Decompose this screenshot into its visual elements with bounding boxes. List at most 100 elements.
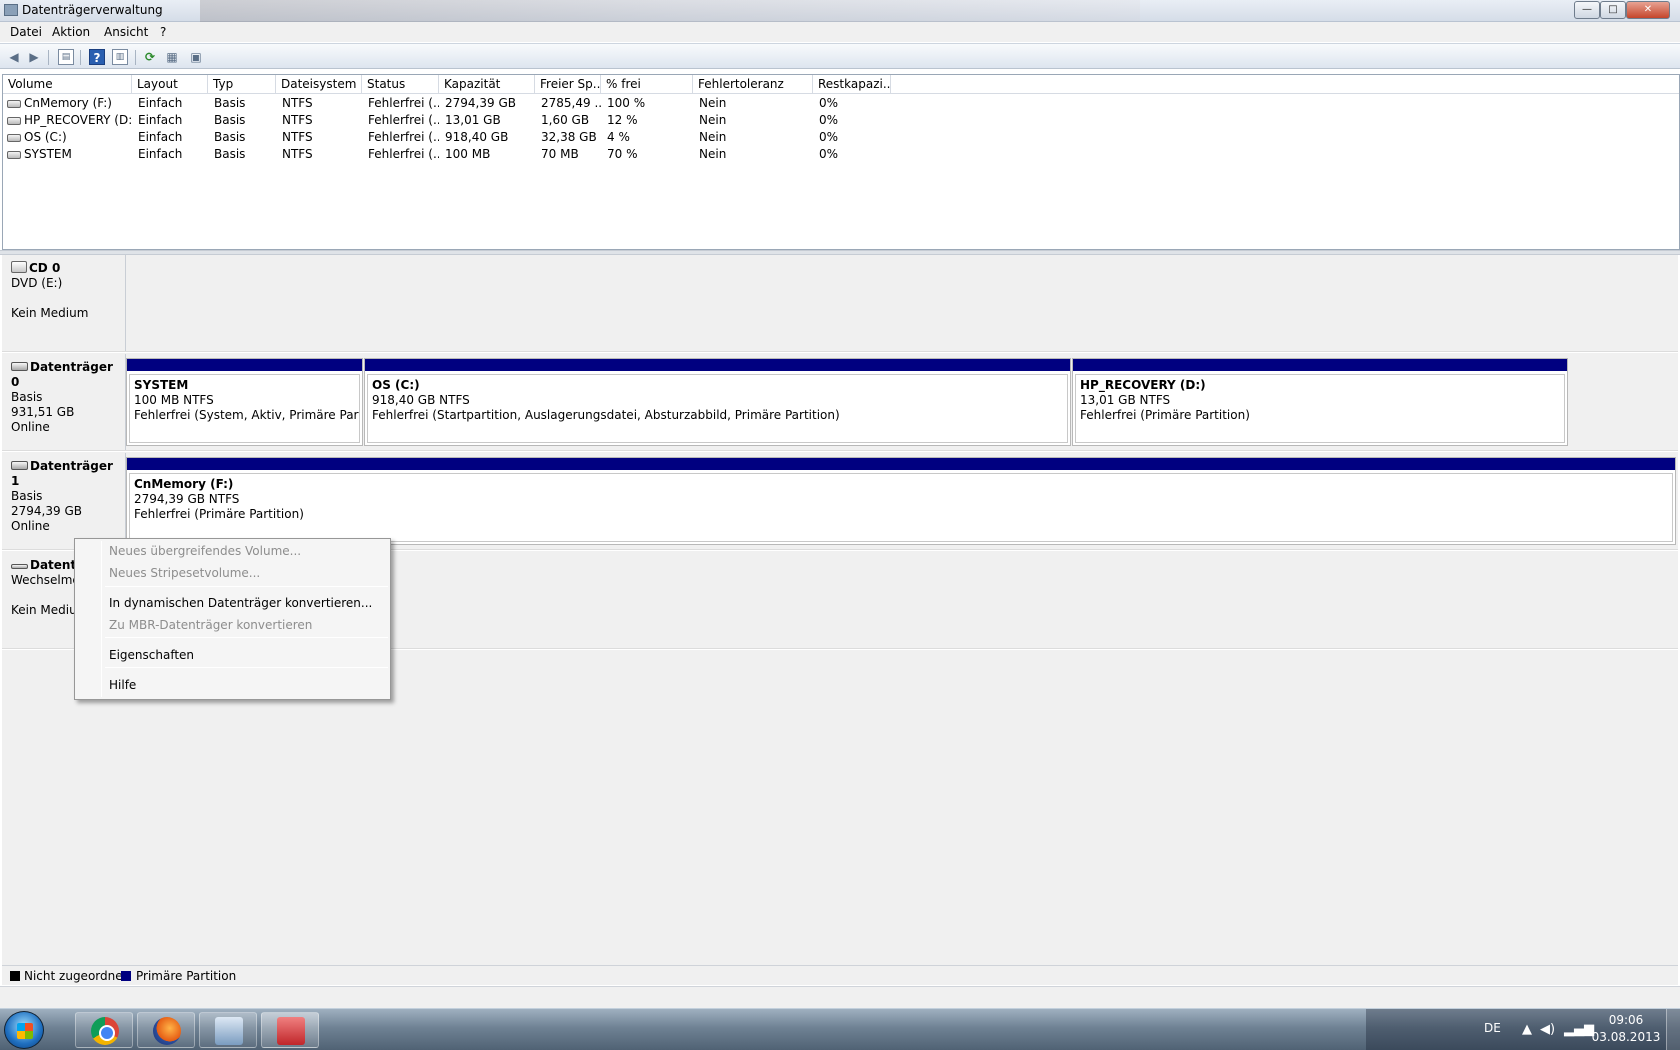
type-cell: Basis bbox=[214, 113, 246, 127]
menu-item-new-striped-volume[interactable]: Neues Stripesetvolume... bbox=[109, 566, 260, 580]
partition-title: SYSTEM bbox=[134, 378, 189, 392]
disk-management-app-icon bbox=[4, 4, 18, 16]
free-space-cell: 2785,49 ... bbox=[541, 96, 601, 110]
disk-size: 931,51 GB bbox=[11, 405, 75, 419]
table-row[interactable]: CnMemory (F:) Einfach Basis NTFS Fehlerf… bbox=[3, 95, 1679, 112]
menu-item-convert-to-dynamic[interactable]: In dynamischen Datenträger konvertieren.… bbox=[109, 596, 372, 610]
type-cell: Basis bbox=[214, 96, 246, 110]
start-button[interactable] bbox=[4, 1011, 44, 1049]
show-hide-icon[interactable]: ▥ bbox=[112, 49, 128, 65]
minimize-button[interactable]: — bbox=[1574, 1, 1600, 19]
column-header-status[interactable]: Status bbox=[362, 75, 439, 94]
column-header-restkapazitaet[interactable]: Restkapazi... bbox=[813, 75, 891, 94]
show-desktop-button[interactable] bbox=[1666, 1009, 1680, 1050]
legend-label-primary: Primäre Partition bbox=[136, 969, 237, 983]
column-header-fehlertoleranz[interactable]: Fehlertoleranz bbox=[693, 75, 813, 94]
taskbar-firefox[interactable] bbox=[137, 1012, 195, 1048]
clock-time[interactable]: 09:06 bbox=[1594, 1013, 1658, 1027]
table-row[interactable]: OS (C:) Einfach Basis NTFS Fehlerfrei (.… bbox=[3, 129, 1679, 146]
capacity-cell: 2794,39 GB bbox=[445, 96, 516, 110]
column-header-prozent-frei[interactable]: % frei bbox=[601, 75, 693, 94]
disk-separator bbox=[2, 351, 1678, 353]
partition-hp-recovery[interactable]: HP_RECOVERY (D:) 13,01 GB NTFS Fehlerfre… bbox=[1072, 358, 1568, 446]
layout-cell: Einfach bbox=[138, 130, 183, 144]
taskbar-network[interactable] bbox=[199, 1012, 257, 1048]
capacity-cell: 13,01 GB bbox=[445, 113, 501, 127]
menu-help[interactable]: ? bbox=[160, 25, 166, 39]
properties-icon[interactable]: ▣ bbox=[188, 49, 204, 65]
table-row[interactable]: HP_RECOVERY (D:) Einfach Basis NTFS Fehl… bbox=[3, 112, 1679, 129]
clock-date[interactable]: 03.08.2013 bbox=[1588, 1030, 1664, 1044]
column-header-dateisystem[interactable]: Dateisystem bbox=[276, 75, 362, 94]
disk-name: CD 0 bbox=[29, 261, 61, 275]
partition-os[interactable]: OS (C:) 918,40 GB NTFS Fehlerfrei (Start… bbox=[364, 358, 1071, 446]
forward-arrow-icon[interactable]: ▶ bbox=[26, 49, 42, 65]
menu-datei[interactable]: Datei bbox=[10, 25, 42, 39]
disk-label-cd0[interactable]: CD 0 DVD (E:) Kein Medium bbox=[2, 255, 126, 351]
volume-cell: OS (C:) bbox=[3, 129, 132, 146]
percent-free-cell: 12 % bbox=[607, 113, 638, 127]
toolbar: ◀ ▶ ▤ ? ▥ ⟳ ▦ ▣ bbox=[0, 43, 1680, 69]
disk-media-status: Kein Medium bbox=[11, 306, 89, 320]
type-cell: Basis bbox=[214, 147, 246, 161]
menu-item-convert-to-mbr[interactable]: Zu MBR-Datenträger konvertieren bbox=[109, 618, 312, 632]
partition-size: 918,40 GB NTFS bbox=[372, 393, 470, 407]
chrome-icon bbox=[91, 1017, 119, 1045]
primary-partition-bar bbox=[127, 359, 362, 371]
taskbar-chrome[interactable] bbox=[75, 1012, 133, 1048]
menu-item-properties[interactable]: Eigenschaften bbox=[109, 648, 194, 662]
windows-logo-icon bbox=[17, 1023, 33, 1039]
partition-cnmemory[interactable]: CnMemory (F:) 2794,39 GB NTFS Fehlerfrei… bbox=[126, 457, 1676, 545]
filesystem-cell: NTFS bbox=[282, 96, 313, 110]
menu-bar: Datei Aktion Ansicht ? bbox=[0, 22, 1680, 42]
status-cell: Fehlerfrei (... bbox=[368, 130, 439, 144]
toolbar-separator bbox=[80, 50, 81, 65]
column-header-layout[interactable]: Layout bbox=[132, 75, 208, 94]
partition-system[interactable]: SYSTEM 100 MB NTFS Fehlerfrei (System, A… bbox=[126, 358, 363, 446]
free-space-cell: 32,38 GB bbox=[541, 130, 597, 144]
language-indicator[interactable]: DE bbox=[1484, 1021, 1501, 1035]
partition-size: 13,01 GB NTFS bbox=[1080, 393, 1171, 407]
menu-separator bbox=[105, 667, 388, 668]
partition-title: OS (C:) bbox=[372, 378, 420, 392]
rescan-disks-icon[interactable]: ▦ bbox=[164, 49, 180, 65]
partition-status: Fehlerfrei (Primäre Partition) bbox=[134, 507, 304, 521]
layout-cell: Einfach bbox=[138, 96, 183, 110]
column-header-kapazitaet[interactable]: Kapazität bbox=[439, 75, 535, 94]
menu-aktion[interactable]: Aktion bbox=[52, 25, 90, 39]
drive-icon bbox=[7, 117, 21, 125]
refresh-icon[interactable]: ⟳ bbox=[142, 49, 158, 65]
disk-row-disk1: Datenträger 1 Basis 2794,39 GB Online Cn… bbox=[2, 453, 1678, 549]
column-header-typ[interactable]: Typ bbox=[208, 75, 276, 94]
column-header-freier-speicher[interactable]: Freier Sp... bbox=[535, 75, 601, 94]
back-arrow-icon[interactable]: ◀ bbox=[6, 49, 22, 65]
table-row[interactable]: SYSTEM Einfach Basis NTFS Fehlerfrei (..… bbox=[3, 146, 1679, 163]
overhead-cell: 0% bbox=[819, 113, 839, 127]
help-icon[interactable]: ? bbox=[89, 49, 105, 65]
toolbox-icon bbox=[277, 1017, 305, 1045]
disk-label-disk1[interactable]: Datenträger 1 Basis 2794,39 GB Online bbox=[2, 453, 126, 549]
column-header-volume[interactable]: Volume bbox=[3, 75, 132, 94]
menu-item-new-spanned-volume[interactable]: Neues übergreifendes Volume... bbox=[109, 544, 301, 558]
menu-item-help[interactable]: Hilfe bbox=[109, 678, 136, 692]
close-button[interactable]: ✕ bbox=[1626, 1, 1670, 19]
volume-cell: CnMemory (F:) bbox=[3, 95, 132, 112]
legend-label-unallocated: Nicht zugeordnet bbox=[24, 969, 128, 983]
fault-tolerance-cell: Nein bbox=[699, 113, 727, 127]
taskbar-computer-management[interactable] bbox=[261, 1012, 319, 1048]
type-cell: Basis bbox=[214, 130, 246, 144]
show-hidden-icons-icon[interactable]: ▲ bbox=[1522, 1022, 1532, 1037]
menu-separator bbox=[105, 586, 388, 587]
toolbar-separator bbox=[48, 50, 49, 65]
volume-icon[interactable]: ◀) bbox=[1540, 1022, 1555, 1037]
menu-ansicht[interactable]: Ansicht bbox=[104, 25, 148, 39]
maximize-button[interactable]: □ bbox=[1600, 1, 1626, 19]
disk-label-disk0[interactable]: Datenträger 0 Basis 931,51 GB Online bbox=[2, 354, 126, 450]
layout-cell: Einfach bbox=[138, 147, 183, 161]
percent-free-cell: 70 % bbox=[607, 147, 638, 161]
console-tree-icon[interactable]: ▤ bbox=[58, 49, 74, 65]
fault-tolerance-cell: Nein bbox=[699, 147, 727, 161]
status-cell: Fehlerfrei (... bbox=[368, 147, 439, 161]
fault-tolerance-cell: Nein bbox=[699, 130, 727, 144]
filesystem-cell: NTFS bbox=[282, 147, 313, 161]
